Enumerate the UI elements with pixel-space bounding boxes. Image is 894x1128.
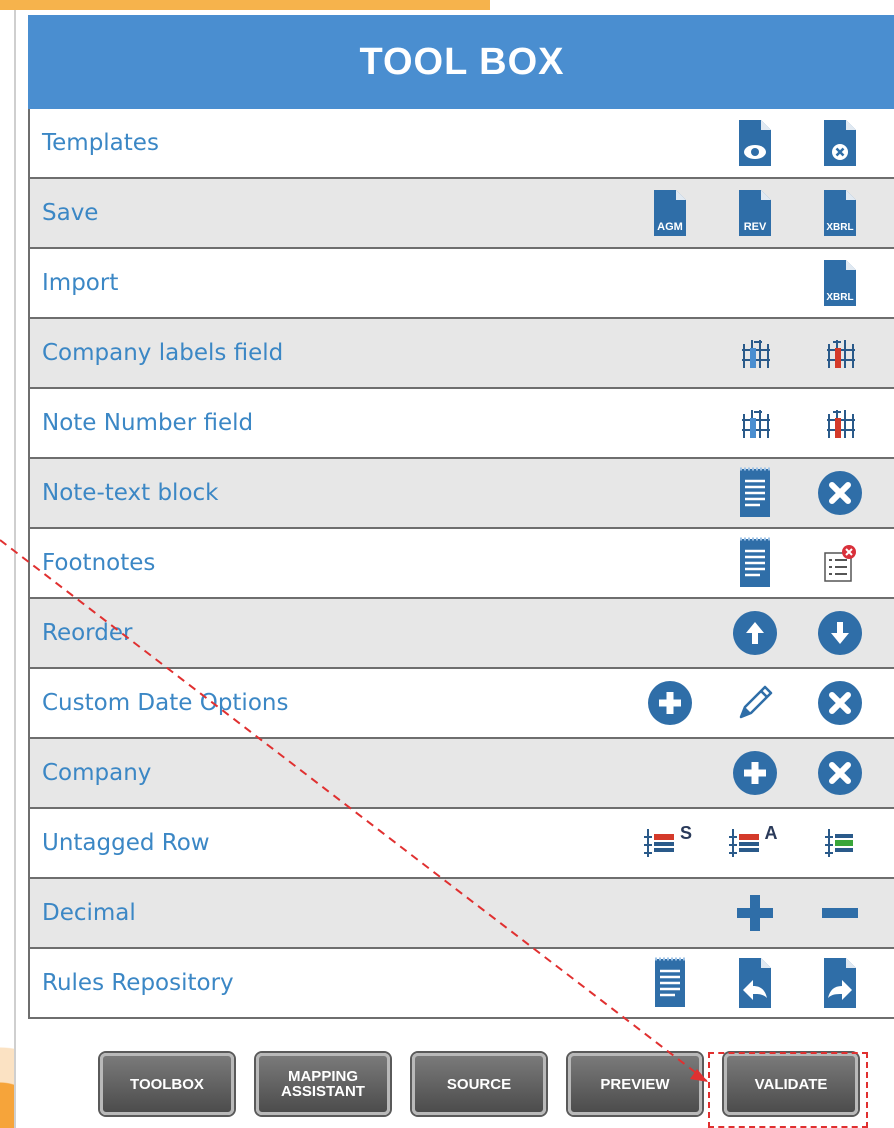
minus-icon[interactable] (797, 879, 882, 947)
toolbox-row-company: Company (28, 739, 894, 809)
row-icons: S A (627, 809, 894, 877)
svg-text:A: A (764, 823, 777, 843)
document-text-icon[interactable] (712, 459, 797, 527)
add-column-blue-icon[interactable] (712, 319, 797, 387)
plus-icon[interactable] (712, 879, 797, 947)
toolbox-row-note-number-field: Note Number field (28, 389, 894, 459)
svg-text:S: S (679, 823, 691, 843)
save-agm-icon[interactable]: AGM (627, 179, 712, 247)
view-template-icon[interactable] (712, 109, 797, 177)
empty-icon-slot (627, 529, 712, 597)
validate-highlight-box (708, 1052, 868, 1128)
svg-text:XBRL: XBRL (826, 292, 853, 303)
save-rev-icon[interactable]: REV (712, 179, 797, 247)
document-text-icon[interactable] (712, 529, 797, 597)
undo-document-icon[interactable] (712, 949, 797, 1017)
untagged-green-icon[interactable] (797, 809, 882, 877)
top-accent-bar (0, 0, 490, 10)
toolbox-row-note-text-block: Note-text block (28, 459, 894, 529)
toolbox-row-custom-date-options: Custom Date Options (28, 669, 894, 739)
row-icons (627, 109, 894, 177)
source-button[interactable]: SOURCE (412, 1053, 546, 1115)
remove-circle-icon[interactable] (797, 739, 882, 807)
remove-list-icon[interactable] (797, 529, 882, 597)
row-label: Import (42, 270, 119, 296)
row-label: Company (42, 760, 152, 786)
row-icons (627, 599, 894, 667)
import-xbrl-icon[interactable]: XBRL (797, 249, 882, 317)
toolbox-row-rules-repository: Rules Repository (28, 949, 894, 1019)
toolbox-row-company-labels-field: Company labels field (28, 319, 894, 389)
empty-icon-slot (627, 319, 712, 387)
toolbox-row-footnotes: Footnotes (28, 529, 894, 599)
toolbox-button[interactable]: TOOLBOX (100, 1053, 234, 1115)
toolbox-row-save: Save AGM REV XBRL (28, 179, 894, 249)
row-label: Footnotes (42, 550, 156, 576)
untagged-s-icon[interactable]: S (627, 809, 712, 877)
empty-icon-slot (627, 459, 712, 527)
save-xbrl-icon[interactable]: XBRL (797, 179, 882, 247)
toolbox-row-reorder: Reorder (28, 599, 894, 669)
row-label: Reorder (42, 620, 133, 646)
row-icons (627, 389, 894, 457)
empty-icon-slot (712, 249, 797, 317)
empty-icon-slot (627, 389, 712, 457)
add-circle-icon[interactable] (712, 739, 797, 807)
row-icons (627, 529, 894, 597)
arrow-up-circle-icon[interactable] (712, 599, 797, 667)
row-label: Custom Date Options (42, 690, 289, 716)
row-label: Rules Repository (42, 970, 234, 996)
row-label: Decimal (42, 900, 136, 926)
row-icons (627, 739, 894, 807)
add-column-red-icon[interactable] (797, 389, 882, 457)
remove-circle-icon[interactable] (797, 669, 882, 737)
toolbox-row-import: Import XBRL (28, 249, 894, 319)
toolbox-row-untagged-row: Untagged Row S A (28, 809, 894, 879)
row-icons (627, 459, 894, 527)
add-column-red-icon[interactable] (797, 319, 882, 387)
mapping-assistant-label: MAPPING ASSISTANT (281, 1068, 365, 1100)
pencil-icon[interactable] (712, 669, 797, 737)
row-icons (627, 669, 894, 737)
redo-document-icon[interactable] (797, 949, 882, 1017)
toolbox-row-decimal: Decimal (28, 879, 894, 949)
row-label: Company labels field (42, 340, 284, 366)
toolbox-title: TOOL BOX (28, 15, 894, 109)
toolbox-rows: Templates Save AGM REV XBRL Import XBRL … (28, 109, 894, 1019)
row-label: Note-text block (42, 480, 219, 506)
row-label: Untagged Row (42, 830, 210, 856)
preview-button[interactable]: PREVIEW (568, 1053, 702, 1115)
delete-template-icon[interactable] (797, 109, 882, 177)
empty-icon-slot (627, 739, 712, 807)
svg-text:XBRL: XBRL (826, 222, 853, 233)
svg-text:REV: REV (743, 221, 766, 233)
svg-text:AGM: AGM (657, 221, 683, 233)
row-icons (627, 319, 894, 387)
add-column-blue-icon[interactable] (712, 389, 797, 457)
remove-circle-icon[interactable] (797, 459, 882, 527)
row-icons: XBRL (627, 249, 894, 317)
empty-icon-slot (627, 599, 712, 667)
row-icons (627, 949, 894, 1017)
document-text-icon[interactable] (627, 949, 712, 1017)
row-label: Templates (42, 130, 159, 156)
empty-icon-slot (627, 109, 712, 177)
empty-icon-slot (627, 879, 712, 947)
toolbox-panel: TOOL BOX Templates Save AGM REV XBRL Imp… (14, 10, 894, 1128)
row-label: Note Number field (42, 410, 254, 436)
mapping-assistant-button[interactable]: MAPPING ASSISTANT (256, 1053, 390, 1115)
row-icons: AGM REV XBRL (627, 179, 894, 247)
row-icons (627, 879, 894, 947)
empty-icon-slot (627, 249, 712, 317)
row-label: Save (42, 200, 99, 226)
toolbox-row-templates: Templates (28, 109, 894, 179)
add-circle-icon[interactable] (627, 669, 712, 737)
arrow-down-circle-icon[interactable] (797, 599, 882, 667)
untagged-a-icon[interactable]: A (712, 809, 797, 877)
